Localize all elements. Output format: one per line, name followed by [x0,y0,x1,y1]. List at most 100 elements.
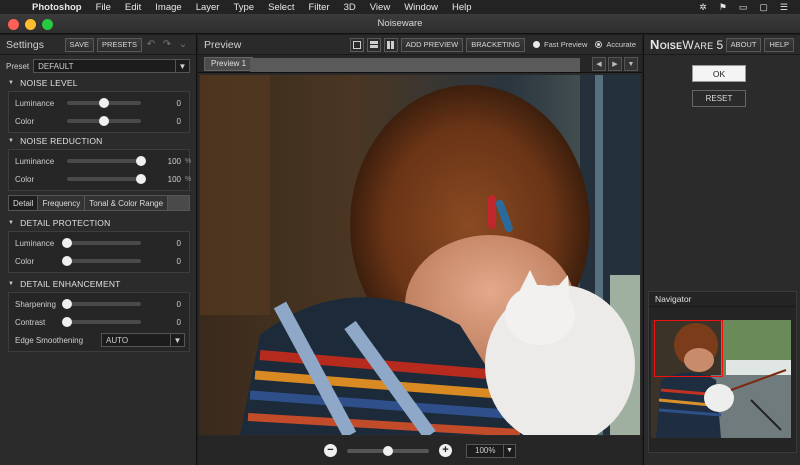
menu-window[interactable]: Window [404,2,438,13]
slider-value: 100 [167,174,181,184]
maximize-window-button[interactable] [42,19,53,30]
zoom-out-button[interactable]: − [324,444,337,457]
edge-smoothening-label: Edge Smoothening [15,335,84,345]
fast-preview-radio[interactable]: Fast Preview [533,40,587,49]
slider-row: Color 0 [9,112,189,130]
creative-cloud-icon[interactable]: ✲ [699,2,707,13]
navigator-thumbnail[interactable] [651,320,791,438]
slider-knob[interactable] [136,156,146,166]
menu-select[interactable]: Select [268,2,294,13]
tab-detail[interactable]: Detail [9,196,39,210]
menu-layer[interactable]: Layer [196,2,220,13]
add-preview-button[interactable]: ADD PREVIEW [400,37,464,52]
preview-title: Preview [204,38,242,51]
portrait-photo [200,75,640,435]
slider-row: Contrast 0 [9,313,189,331]
collapse-triangle-icon: ▼ [8,281,15,287]
next-arrow-icon[interactable]: ▶ [608,57,622,71]
edge-smoothening-value: AUTO [106,335,129,345]
noise-reduction-title: NOISE REDUCTION [20,136,103,146]
detail-enhancement-header[interactable]: ▼ DETAIL ENHANCEMENT [0,276,196,292]
menu-app[interactable]: Photoshop [32,2,82,13]
zoom-in-button[interactable]: + [439,444,452,457]
ok-button[interactable]: OK [692,65,746,82]
accurate-radio[interactable]: Accurate [595,40,636,49]
slider-value: 0 [176,238,181,248]
flag-icon[interactable]: ⚑ [719,2,727,13]
menu-image[interactable]: Image [155,2,181,13]
slider-value: 100 [167,156,181,166]
menu-view[interactable]: View [370,2,390,13]
color-slider[interactable] [67,174,146,184]
minimize-window-button[interactable] [25,19,36,30]
redo-icon[interactable]: ↷ [160,38,174,52]
collapse-triangle-icon: ▼ [8,138,15,144]
luminance-slider[interactable] [67,98,141,108]
display-icon[interactable]: ▢ [759,2,768,13]
slider-value: 0 [176,256,181,266]
contrast-slider[interactable] [62,317,141,327]
tab-frequency[interactable]: Frequency [38,196,86,210]
menu-help[interactable]: Help [452,2,472,13]
slider-knob[interactable] [136,174,146,184]
preview-image[interactable] [200,75,640,435]
undo-icon[interactable]: ↶ [144,38,158,52]
presets-button[interactable]: PRESETS [96,37,142,52]
menu-3d[interactable]: 3D [344,2,356,13]
menu-filter[interactable]: Filter [308,2,329,13]
close-window-button[interactable] [8,19,19,30]
color-slider[interactable] [67,116,141,126]
single-view-icon[interactable] [349,37,364,52]
preset-select[interactable]: DEFAULT ▼ [33,59,190,73]
airplay-icon[interactable]: ▭ [739,2,748,13]
menu-file[interactable]: File [96,2,111,13]
luminance-slider[interactable] [62,238,141,248]
save-button[interactable]: SAVE [64,37,94,52]
menu-type[interactable]: Type [233,2,254,13]
sharpening-slider[interactable] [62,299,141,309]
slider-knob[interactable] [62,299,72,309]
noise-level-title: NOISE LEVEL [20,78,78,88]
detail-protection-header[interactable]: ▼ DETAIL PROTECTION [0,215,196,231]
tab-preview-1[interactable]: Preview 1 [204,56,254,71]
slider-knob[interactable] [99,116,109,126]
noise-reduction-header[interactable]: ▼ NOISE REDUCTION [0,133,196,149]
detail-protection-group: Luminance 0 Color 0 [8,231,190,273]
split-vertical-icon[interactable] [383,37,398,52]
edge-smoothening-row: Edge Smoothening AUTO ▼ [9,331,189,349]
slider-label: Luminance [15,156,55,166]
zoom-select[interactable]: 100% ▼ [466,443,516,458]
list-icon[interactable]: ☰ [780,2,788,13]
luminance-slider[interactable] [67,156,146,166]
slider-label: Luminance [15,98,55,108]
split-horizontal-icon[interactable] [366,37,381,52]
reset-button[interactable]: RESET [692,90,746,107]
zoom-slider-knob[interactable] [383,445,393,456]
settings-title: Settings [6,38,44,51]
preview-header: Preview ADD PREVIEW BRACKETING Fast Prev… [198,35,642,55]
tab-tonal-color-range[interactable]: Tonal & Color Range [85,196,169,210]
navigator-view-rect[interactable] [654,320,723,377]
percent-unit: % [185,175,192,183]
color-slider[interactable] [62,256,141,266]
bracketing-button[interactable]: BRACKETING [466,37,526,52]
slider-knob[interactable] [62,256,72,266]
help-button[interactable]: HELP [764,37,794,52]
prev-arrow-icon[interactable]: ◀ [592,57,606,71]
status-icons: ✲ ⚑ ▭ ▢ ☰ [699,2,788,13]
chevron-down-icon[interactable]: ▼ [624,57,638,71]
window-title-bar: Noiseware [0,14,800,34]
slider-knob[interactable] [62,317,72,327]
slider-row: Luminance 100 % [9,152,191,170]
noise-level-header[interactable]: ▼ NOISE LEVEL [0,75,196,91]
edge-smoothening-select[interactable]: AUTO ▼ [101,333,185,347]
about-button[interactable]: ABOUT [725,37,762,52]
zoom-slider[interactable] [347,445,429,456]
chevron-down-icon[interactable]: ⌄ [176,38,190,52]
macos-menu-bar: Photoshop File Edit Image Layer Type Sel… [0,0,800,14]
slider-knob[interactable] [62,238,72,248]
preset-row: Preset DEFAULT ▼ [0,57,196,75]
menu-edit[interactable]: Edit [125,2,141,13]
slider-knob[interactable] [99,98,109,108]
fast-preview-label: Fast Preview [544,40,588,49]
